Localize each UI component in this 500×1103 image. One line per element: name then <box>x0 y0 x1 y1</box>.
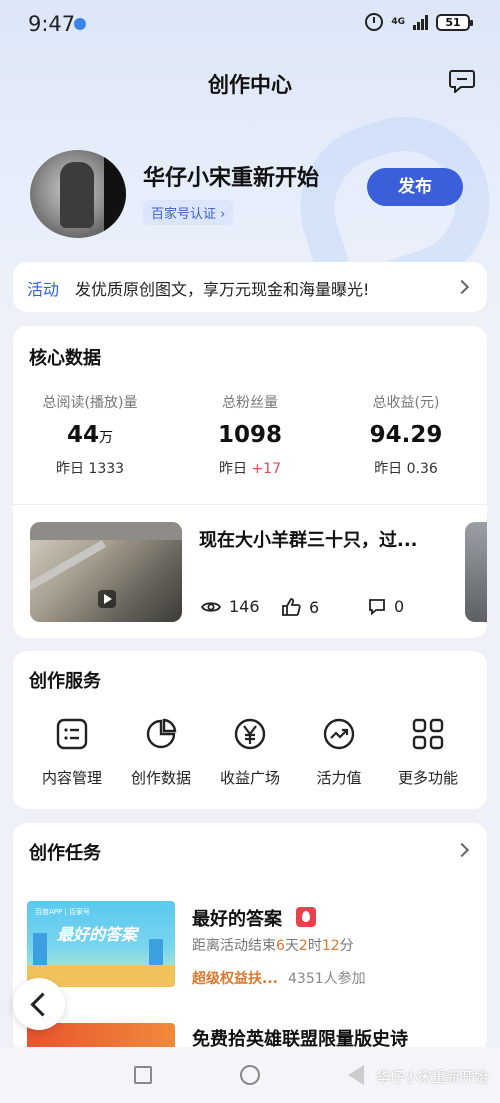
service-label: 内容管理 <box>41 769 102 787</box>
list-icon <box>56 718 88 750</box>
service-label: 活力值 <box>316 769 362 787</box>
stat-total-income[interactable]: 总收益(元) 94.29 昨日 0.36 <box>331 392 481 478</box>
system-nav-bar: 华仔小宋重新开始 <box>0 1047 500 1103</box>
network-label: 4G <box>391 16 405 27</box>
stat-value: 94.29 <box>369 422 443 448</box>
thumbs-up-icon <box>282 598 301 616</box>
message-icon[interactable] <box>449 69 475 93</box>
services-card: 创作服务 内容管理 创作数据 收益广场 活力值 更多功能 <box>13 651 487 809</box>
page-title: 创作中心 <box>208 73 292 97</box>
stat-label: 总阅读(播放)量 <box>42 395 138 411</box>
play-icon <box>98 590 116 608</box>
stat-total-reads[interactable]: 总阅读(播放)量 44万 昨日 1333 <box>15 392 165 478</box>
chevron-right-icon[interactable] <box>454 842 470 858</box>
task-thumbnail[interactable]: 百度APP | 百家号 最好的答案 <box>27 901 175 987</box>
service-label: 更多功能 <box>397 769 458 787</box>
stat-label: 总收益(元) <box>372 395 440 411</box>
avatar[interactable] <box>30 150 126 238</box>
divider <box>13 504 487 505</box>
eye-icon <box>201 601 221 612</box>
status-icons: 4G 51 <box>365 13 473 31</box>
section-title: 核心数据 <box>29 348 101 369</box>
home-icon[interactable] <box>240 1065 260 1085</box>
stat-total-fans[interactable]: 总粉丝量 1098 昨日 +17 <box>175 392 325 478</box>
task-participants: 4351人参加 <box>288 971 366 987</box>
likes-count: 6 <box>281 597 319 617</box>
activity-tag: 活动 <box>27 280 60 299</box>
pie-chart-icon <box>146 718 177 749</box>
stat-yesterday: 昨日 +17 <box>219 461 281 477</box>
username: 华仔小宋重新开始 <box>143 166 320 191</box>
status-bar: 9:47 4G 51 <box>0 0 500 48</box>
tasks-card: 创作任务 百度APP | 百家号 最好的答案 最好的答案 距离活动结束6天2时1… <box>13 823 487 1053</box>
task-title[interactable]: 最好的答案 <box>192 905 282 931</box>
stat-value: 1098 <box>217 422 282 448</box>
service-vitality[interactable]: 活力值 <box>294 717 384 788</box>
back-button[interactable] <box>13 978 65 1030</box>
video-title[interactable]: 现在大小羊群三十只，过... <box>199 526 418 552</box>
verify-badge[interactable]: 百家号认证 › <box>143 200 234 225</box>
comment-icon <box>369 598 385 615</box>
stat-label: 总粉丝量 <box>222 395 278 411</box>
service-content-management[interactable]: 内容管理 <box>27 717 117 788</box>
top-nav: 创作中心 <box>0 60 500 104</box>
service-label: 收益广场 <box>219 769 280 787</box>
recent-apps-icon[interactable] <box>134 1066 152 1084</box>
status-time: 9:47 <box>28 12 76 36</box>
views-count: 146 <box>201 597 260 616</box>
back-triangle-icon[interactable] <box>348 1065 364 1085</box>
stat-yesterday: 昨日 1333 <box>55 461 125 477</box>
publish-button[interactable]: 发布 <box>367 168 463 206</box>
task-perk: 超级权益扶... <box>192 971 278 987</box>
service-creation-data[interactable]: 创作数据 <box>116 717 206 788</box>
core-data-card: 核心数据 总阅读(播放)量 44万 昨日 1333 总粉丝量 1098 昨日 +… <box>13 326 487 638</box>
yuan-icon <box>234 718 266 750</box>
grid-icon <box>412 718 444 750</box>
next-video-thumbnail[interactable] <box>465 522 487 622</box>
alarm-icon <box>365 13 384 31</box>
task-countdown: 距离活动结束6天2时12分 <box>192 938 354 954</box>
battery-icon: 51 <box>436 13 473 31</box>
trend-icon <box>323 718 355 750</box>
activity-text: 发优质原创图文，享万元现金和海量曝光! <box>75 280 370 299</box>
section-title: 创作服务 <box>29 671 101 692</box>
stat-value: 44万 <box>66 422 113 448</box>
watermark: 华仔小宋重新开始 <box>376 1070 488 1086</box>
signal-icon <box>413 14 428 30</box>
service-income-plaza[interactable]: 收益广场 <box>205 717 295 788</box>
notification-dot-icon <box>74 18 86 30</box>
service-more-functions[interactable]: 更多功能 <box>383 717 473 788</box>
activity-banner[interactable]: 活动 发优质原创图文，享万元现金和海量曝光! <box>13 262 487 312</box>
stat-yesterday: 昨日 0.36 <box>374 461 438 477</box>
video-thumbnail[interactable] <box>30 522 182 622</box>
section-title: 创作任务 <box>29 843 101 864</box>
comments-count: 0 <box>368 597 404 616</box>
service-label: 创作数据 <box>130 769 191 787</box>
chevron-right-icon <box>454 279 470 295</box>
profile-section: 华仔小宋重新开始 百家号认证 › 发布 <box>0 150 500 250</box>
hot-badge-icon <box>296 907 316 927</box>
